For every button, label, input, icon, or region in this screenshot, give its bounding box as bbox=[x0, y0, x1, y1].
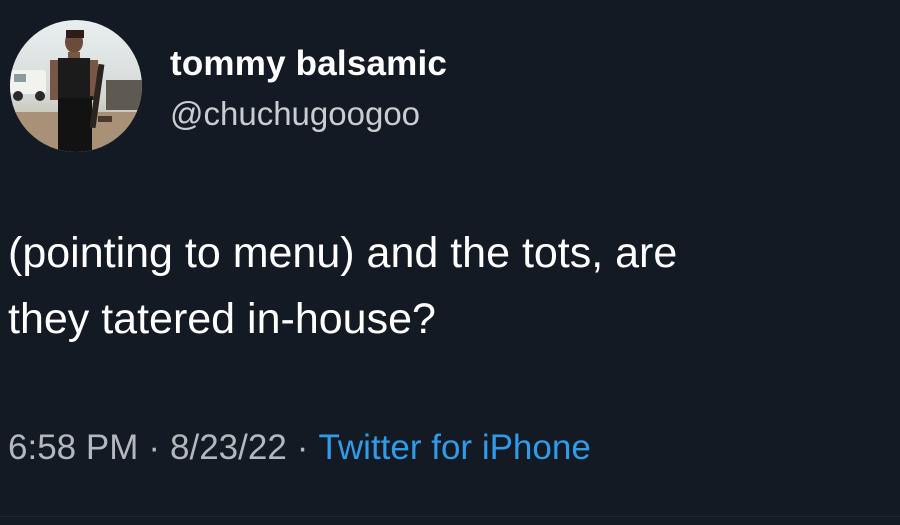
separator-dot: · bbox=[148, 428, 161, 467]
divider bbox=[0, 516, 900, 517]
user-handle[interactable]: @chuchugoogoo bbox=[170, 95, 420, 133]
tweet-card: tommy balsamic @chuchugoogoo (pointing t… bbox=[0, 0, 900, 525]
display-name[interactable]: tommy balsamic bbox=[170, 44, 447, 84]
avatar[interactable] bbox=[10, 20, 142, 152]
tweet-text: (pointing to menu) and the tots, are the… bbox=[8, 229, 678, 343]
avatar-photo bbox=[10, 20, 142, 152]
tweet-source-link[interactable]: Twitter for iPhone bbox=[318, 428, 590, 467]
separator-dot: · bbox=[296, 428, 309, 467]
tweet-time[interactable]: 6:58 PM bbox=[8, 428, 138, 467]
tweet-date[interactable]: 8/23/22 bbox=[170, 428, 287, 467]
tweet-metadata: 6:58 PM · 8/23/22 · Twitter for iPhone bbox=[8, 428, 591, 468]
